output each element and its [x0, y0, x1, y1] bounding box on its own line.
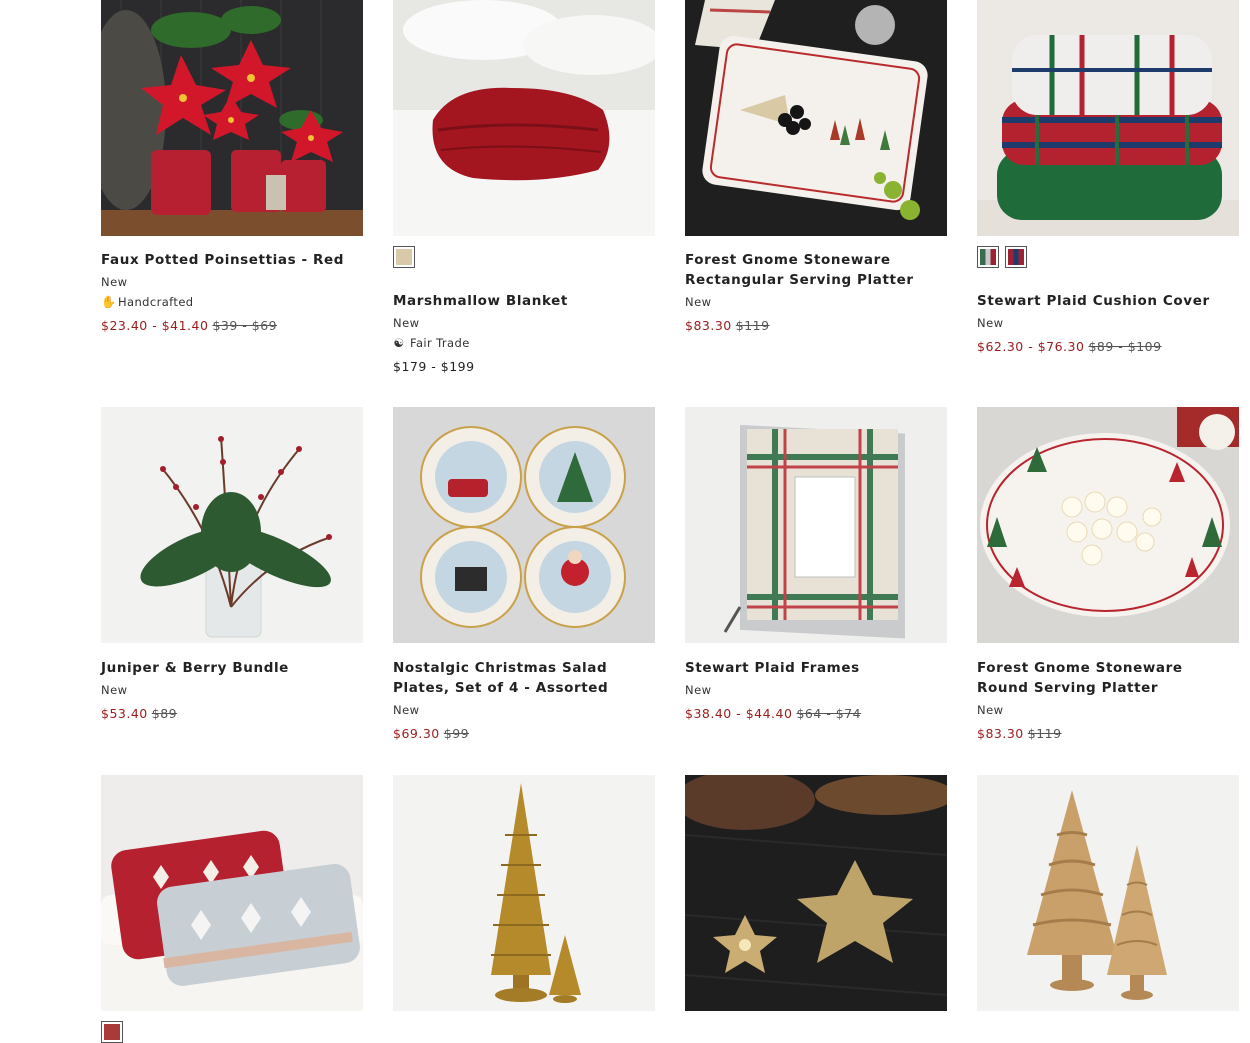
color-swatches	[393, 246, 415, 268]
product-image[interactable]	[393, 0, 655, 236]
price: $69.30 $99	[393, 726, 469, 741]
sale-price: $23.40 - $41.40	[101, 318, 209, 333]
new-tag: New	[393, 316, 420, 330]
new-tag: New	[101, 275, 128, 289]
original-price: $119	[1027, 726, 1062, 741]
product-title[interactable]: Forest Gnome Stoneware Rectangular Servi…	[685, 250, 947, 290]
product-image[interactable]	[977, 407, 1239, 643]
product-title[interactable]: Juniper & Berry Bundle	[101, 658, 363, 678]
price: $23.40 - $41.40 $39 - $69	[101, 318, 277, 333]
original-price: $89 - $109	[1088, 339, 1162, 354]
price: $62.30 - $76.30 $89 - $109	[977, 339, 1162, 354]
product-title[interactable]: Nostalgic Christmas Salad Plates, Set of…	[393, 658, 655, 698]
sale-price: $83.30	[685, 318, 732, 333]
sale-price: $38.40 - $44.40	[685, 706, 793, 721]
product-title[interactable]: Forest Gnome Stoneware Round Serving Pla…	[977, 658, 1239, 698]
product-title[interactable]: Stewart Plaid Frames	[685, 658, 947, 678]
new-tag: New	[685, 295, 712, 309]
product-image[interactable]	[685, 407, 947, 643]
original-price: $64 - $74	[796, 706, 862, 721]
new-tag: New	[101, 683, 128, 697]
product-title[interactable]: Faux Potted Poinsettias - Red	[101, 250, 363, 270]
product-image[interactable]	[977, 775, 1239, 1011]
regular-price: $179 - $199	[393, 359, 475, 374]
product-image[interactable]	[977, 0, 1239, 236]
price: $83.30 $119	[977, 726, 1062, 741]
product-image[interactable]	[101, 0, 363, 236]
product-title[interactable]: Marshmallow Blanket	[393, 291, 655, 311]
sale-price: $83.30	[977, 726, 1024, 741]
badge-label: Handcrafted	[118, 295, 194, 309]
original-price: $39 - $69	[212, 318, 278, 333]
color-swatch[interactable]	[101, 1021, 123, 1043]
handcrafted-badge: ✋ Handcrafted	[101, 295, 194, 309]
product-image[interactable]	[101, 407, 363, 643]
new-tag: New	[977, 316, 1004, 330]
new-tag: New	[685, 683, 712, 697]
original-price: $99	[443, 726, 470, 741]
sale-price: $53.40	[101, 706, 148, 721]
fair-trade-icon: ☯	[393, 336, 405, 350]
color-swatch[interactable]	[1005, 246, 1027, 268]
sale-price: $69.30	[393, 726, 440, 741]
product-image[interactable]	[685, 0, 947, 236]
product-title[interactable]: Stewart Plaid Cushion Cover	[977, 291, 1239, 311]
color-swatch[interactable]	[977, 246, 999, 268]
color-swatch[interactable]	[393, 246, 415, 268]
product-image[interactable]	[393, 775, 655, 1011]
badge-label: Fair Trade	[410, 336, 470, 350]
new-tag: New	[977, 703, 1004, 717]
fair-trade-badge: ☯ Fair Trade	[393, 336, 470, 350]
product-image[interactable]	[685, 775, 947, 1011]
price: $179 - $199	[393, 359, 475, 374]
new-tag: New	[393, 703, 420, 717]
color-swatches	[977, 246, 1027, 268]
original-price: $89	[151, 706, 178, 721]
product-image[interactable]	[101, 775, 363, 1011]
price: $38.40 - $44.40 $64 - $74	[685, 706, 861, 721]
color-swatches	[101, 1021, 123, 1043]
original-price: $119	[735, 318, 770, 333]
hand-icon: ✋	[101, 295, 117, 309]
sale-price: $62.30 - $76.30	[977, 339, 1085, 354]
product-image[interactable]	[393, 407, 655, 643]
price: $83.30 $119	[685, 318, 770, 333]
price: $53.40 $89	[101, 706, 177, 721]
